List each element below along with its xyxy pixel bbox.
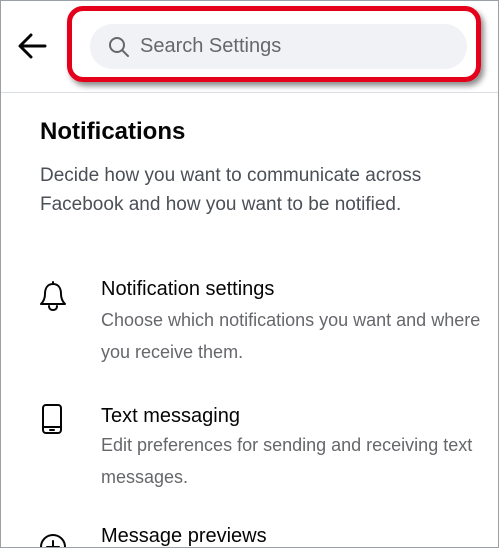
plus-circle-icon	[40, 534, 66, 547]
phone-icon	[42, 404, 62, 434]
search-highlight-annotation	[67, 6, 481, 82]
header-divider	[1, 92, 498, 93]
menu-item-message-previews[interactable]: Message previews	[1, 523, 498, 547]
section-title: Notifications	[40, 118, 186, 145]
menu-item-title: Notification settings	[101, 278, 275, 300]
settings-header	[1, 1, 498, 93]
menu-item-title: Message previews	[101, 525, 267, 547]
settings-screen: Notifications Decide how you want to com…	[0, 0, 499, 548]
arrow-left-icon	[18, 33, 47, 59]
bell-icon	[40, 281, 66, 312]
section-description: Decide how you want to communicate acros…	[40, 165, 422, 215]
menu-item-description: Choose which notifications you want and …	[101, 310, 481, 362]
menu-item-description: Edit preferences for sending and receivi…	[101, 435, 473, 487]
menu-item-title: Text messaging	[101, 405, 240, 427]
menu-item-notification-settings[interactable]: Notification settings Choose which notif…	[1, 274, 498, 374]
back-button[interactable]	[15, 29, 49, 63]
menu-item-text-messaging[interactable]: Text messaging Edit preferences for send…	[1, 399, 498, 499]
